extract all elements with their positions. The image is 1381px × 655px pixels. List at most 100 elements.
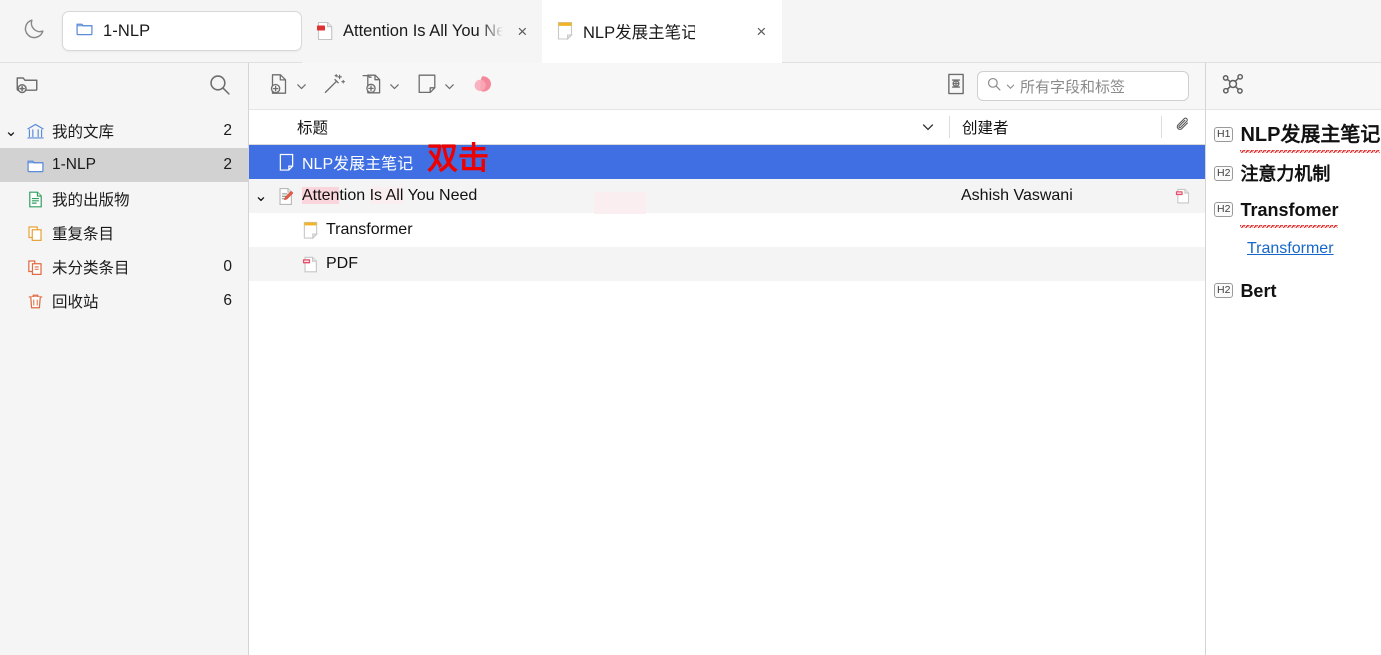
outline-heading-h1[interactable]: H1 NLP发展主笔记 <box>1206 120 1381 153</box>
sidebar-item-label: 1-NLP <box>52 156 96 173</box>
row-title-cell: ⌄ Attention Is All You Need <box>249 186 949 214</box>
duplicates-icon <box>22 224 48 243</box>
items-toolbar: 所有字段和标签 <box>249 63 1205 110</box>
sidebar-item-trash[interactable]: 回收站 6 <box>0 284 248 318</box>
outline-heading-text: 注意力机制 <box>1240 164 1331 184</box>
row-title: Attention Is All You Need <box>302 187 478 204</box>
sidebar-item-my-publications[interactable]: 我的出版物 <box>0 182 248 216</box>
sidebar-item-1-nlp[interactable]: 1-NLP 2 <box>0 148 248 182</box>
sidebar-item-unfiled[interactable]: 未分类条目 0 <box>0 250 248 284</box>
row-title-cell: Transformer <box>249 221 949 240</box>
highlight-block <box>594 192 646 214</box>
tab-close-button[interactable]: × <box>751 20 772 42</box>
add-by-identifier-button[interactable] <box>318 69 350 103</box>
note-icon <box>297 221 323 240</box>
sidebar-item-count: 2 <box>223 122 232 139</box>
column-creator-label: 创建者 <box>962 120 1009 137</box>
column-header-creator[interactable]: 创建者 <box>949 116 1161 138</box>
moon-icon <box>22 16 47 46</box>
table-row[interactable]: ⌄ Attention Is All You Need Ashish Vaswa… <box>249 179 1205 214</box>
row-title: PDF <box>326 255 358 272</box>
outline-link-transformer[interactable]: Transformer <box>1214 234 1334 264</box>
note-outline: H1 NLP发展主笔记 H2 注意力机制 H2 Transfomer Trans… <box>1206 110 1381 312</box>
plugin-button[interactable] <box>466 69 498 103</box>
related-graph-icon[interactable] <box>1220 71 1246 102</box>
sidebar-item-duplicates[interactable]: 重复条目 <box>0 216 248 250</box>
tab-attention-is-all-you-need[interactable]: Attention Is All You Need × <box>302 0 542 63</box>
search-icon <box>986 76 1002 97</box>
tab-label: Attention Is All You Need <box>343 21 503 40</box>
new-note-icon <box>415 72 439 101</box>
items-list: NLP发展主笔记 双击 ⌄ Attention Is All You Need … <box>249 144 1205 655</box>
heading-level-tag: H2 <box>1214 166 1234 181</box>
column-headers: 标题 创建者 <box>249 110 1205 145</box>
folder-icon <box>75 19 94 43</box>
outline-heading-text: NLP发展主笔记 <box>1240 120 1381 153</box>
chevron-down-icon <box>443 80 456 93</box>
new-item-button[interactable] <box>263 69 312 103</box>
search-scope-chevron-icon[interactable] <box>1005 81 1016 92</box>
preprint-icon <box>273 187 299 206</box>
heading-level-tag: H1 <box>1214 127 1234 142</box>
search-icon[interactable] <box>207 72 232 102</box>
outline-link-row[interactable]: Transformer <box>1206 234 1381 264</box>
row-title: NLP发展主笔记 <box>302 156 414 173</box>
advanced-search-icon[interactable] <box>943 71 969 102</box>
folder-icon <box>22 156 48 175</box>
chevron-down-icon[interactable] <box>921 120 935 134</box>
sidebar-item-label: 未分类条目 <box>52 260 130 277</box>
sidebar-item-label: 我的文库 <box>52 124 115 141</box>
theme-toggle-button[interactable] <box>12 9 56 53</box>
sidebar-item-count: 2 <box>223 156 232 173</box>
library-tab-label: 1-NLP <box>103 21 151 40</box>
search-area: 所有字段和标签 <box>943 71 1189 102</box>
outline-heading-text: Transfomer <box>1240 195 1339 228</box>
row-title-cell: PDF <box>249 255 949 274</box>
column-header-title[interactable]: 标题 <box>249 116 949 138</box>
collections-tree: ⌄ 我的文库 2 1-NLP 2 我的出版物 重复条目 未分类条目 0 回收站 … <box>0 110 248 318</box>
outline-heading-bert[interactable]: H2 Bert <box>1206 276 1381 306</box>
sidebar-item-label: 我的出版物 <box>52 192 130 209</box>
row-title: Transformer <box>326 221 413 238</box>
note-editor-pane: H1 NLP发展主笔记 H2 注意力机制 H2 Transfomer Trans… <box>1205 63 1381 655</box>
trash-icon <box>22 292 48 311</box>
column-header-attachment[interactable] <box>1161 116 1205 138</box>
note-icon <box>556 21 574 41</box>
outline-heading-attention[interactable]: H2 注意力机制 <box>1206 159 1381 189</box>
add-attachment-icon <box>360 72 384 101</box>
row-attachment-pdf-icon[interactable] <box>1161 187 1205 205</box>
chevron-down-icon <box>388 80 401 93</box>
note-icon <box>273 153 299 172</box>
tab-nlp-note[interactable]: NLP发展主笔记 × <box>542 0 782 63</box>
row-creator: Ashish Vaswani <box>961 187 1073 204</box>
new-note-button[interactable] <box>411 69 460 103</box>
table-row[interactable]: Transformer <box>249 213 1205 247</box>
heading-level-tag: H2 <box>1214 283 1234 298</box>
outline-heading-transfomer[interactable]: H2 Transfomer <box>1206 195 1381 228</box>
tab-label: NLP发展主笔记 <box>583 24 695 42</box>
sidebar-item-count: 0 <box>223 258 232 275</box>
heading-level-tag: H2 <box>1214 202 1234 217</box>
chevron-down-icon[interactable]: ⌄ <box>0 122 22 141</box>
collections-sidebar: ⌄ 我的文库 2 1-NLP 2 我的出版物 重复条目 未分类条目 0 回收站 … <box>0 63 249 655</box>
column-title-label: 标题 <box>297 120 329 137</box>
table-row[interactable]: NLP发展主笔记 双击 <box>249 144 1205 179</box>
magic-wand-icon <box>322 72 346 101</box>
search-input[interactable]: 所有字段和标签 <box>977 71 1189 101</box>
table-row[interactable]: PDF <box>249 247 1205 281</box>
tab-close-button[interactable]: × <box>513 20 532 42</box>
row-twisty-expand[interactable]: ⌄ <box>249 186 273 206</box>
sidebar-item-my-library[interactable]: ⌄ 我的文库 2 <box>0 114 248 148</box>
library-tab[interactable]: 1-NLP <box>62 11 302 51</box>
chevron-down-icon <box>295 80 308 93</box>
new-item-icon <box>267 72 291 101</box>
sidebar-item-label: 重复条目 <box>52 226 115 243</box>
row-title-cell: NLP发展主笔记 双击 <box>249 144 949 175</box>
add-attachment-button[interactable] <box>356 69 405 103</box>
new-collection-icon[interactable] <box>14 71 40 102</box>
publications-icon <box>22 190 48 209</box>
library-icon <box>22 122 48 141</box>
sidebar-item-label: 回收站 <box>52 294 99 311</box>
tab-bar: 1-NLP Attention Is All You Need × NLP发展主… <box>0 0 1381 63</box>
pdf-document-icon <box>316 21 334 41</box>
